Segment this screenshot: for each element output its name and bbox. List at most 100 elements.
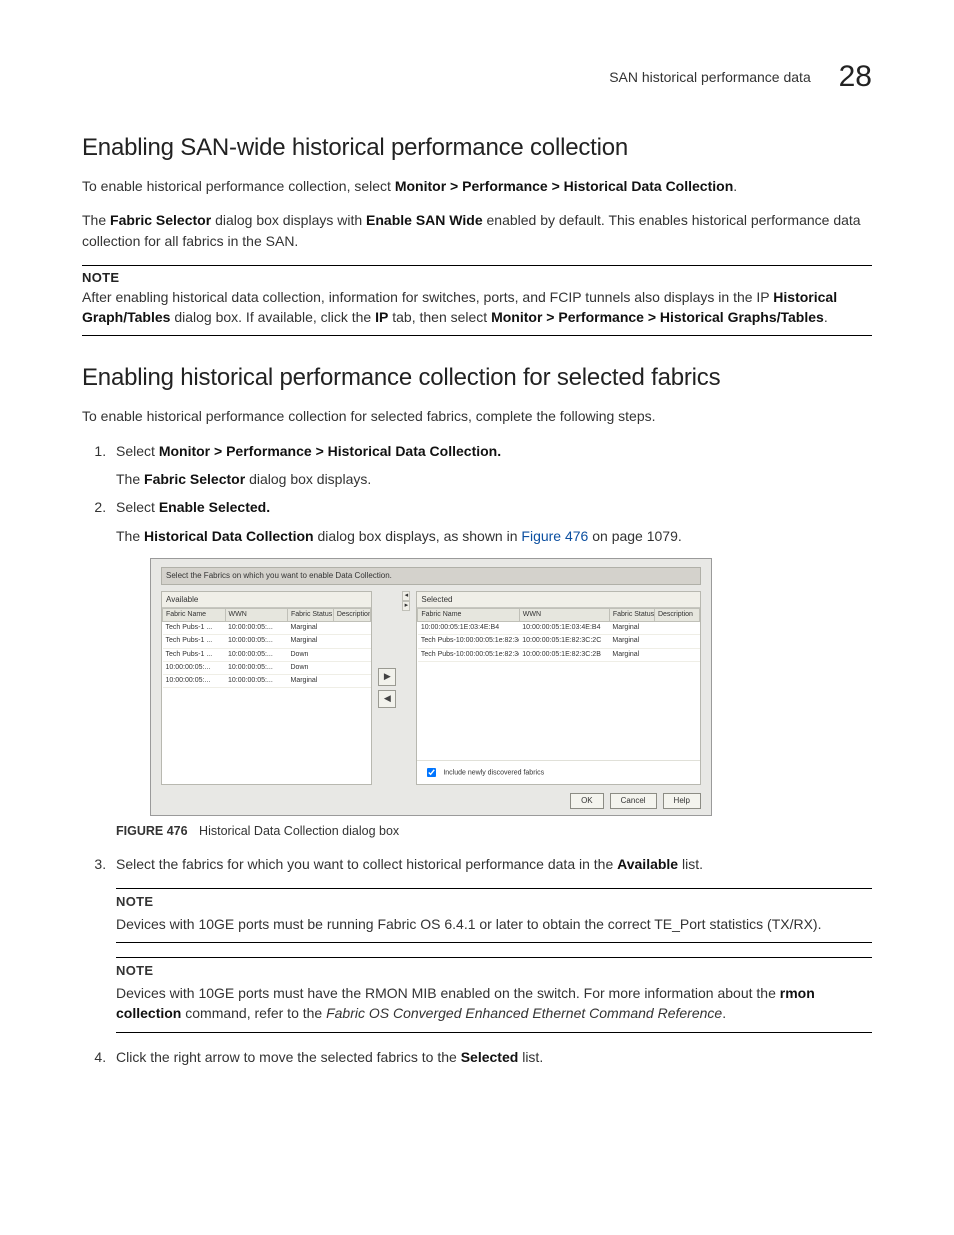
include-newly-label: Include newly discovered fabrics	[443, 769, 544, 776]
cancel-button[interactable]: Cancel	[610, 793, 657, 809]
term-ip-tab: IP	[375, 309, 388, 325]
help-button[interactable]: Help	[663, 793, 701, 809]
cell: 10:00:00:05:1E:03:4E:B4	[418, 622, 519, 635]
collapse-left-icon[interactable]: ◂	[402, 591, 410, 601]
table-row[interactable]: 10:00:00:05:1E:03:4E:B410:00:00:05:1E:03…	[418, 622, 700, 635]
cell: Marginal	[609, 622, 654, 635]
cell: 10:00:00:05:...	[225, 635, 288, 648]
include-newly-row: Include newly discovered fabrics	[417, 760, 700, 784]
steps-list: Select Monitor > Performance > Historica…	[82, 441, 872, 1067]
cell: 10:00:00:05:...	[225, 648, 288, 661]
scroll-area[interactable]	[162, 688, 371, 784]
col-wwn[interactable]: WWN	[225, 609, 288, 622]
available-panel: Available Fabric Name WWN Fabric Status …	[161, 591, 372, 785]
table-row[interactable]: Tech Pubs-1 ...10:00:00:05:...Marginal	[163, 635, 371, 648]
cell	[333, 648, 371, 661]
table-row[interactable]: 10:00:00:05:...10:00:00:05:...Down	[163, 661, 371, 674]
s1-para1: To enable historical performance collect…	[82, 176, 872, 196]
col-description[interactable]: Description	[333, 609, 371, 622]
menu-path: Monitor > Performance > Historical Data …	[395, 178, 733, 194]
table-row[interactable]: Tech Pubs-10:00:00:05:1e:82:3c:2b10:00:0…	[418, 648, 700, 661]
s2-intro: To enable historical performance collect…	[82, 406, 872, 426]
available-table[interactable]: Fabric Name WWN Fabric Status Descriptio…	[162, 608, 371, 688]
cell: 10:00:00:05:1E:82:3C:2C	[519, 635, 609, 648]
chapter-number: 28	[839, 60, 872, 93]
menu-path: Monitor > Performance > Historical Graph…	[491, 309, 824, 325]
text: list.	[682, 856, 703, 872]
text: The	[116, 471, 144, 487]
include-newly-checkbox[interactable]	[427, 768, 436, 777]
text: .	[733, 178, 737, 194]
figure-label: FIGURE 476	[116, 824, 188, 838]
note-label: NOTE	[116, 893, 872, 912]
text: Select the fabrics for which you want to…	[116, 856, 617, 872]
selected-panel: Selected Fabric Name WWN Fabric Status D…	[416, 591, 701, 785]
cell: Marginal	[609, 635, 654, 648]
cell: 10:00:00:05:...	[225, 622, 288, 635]
text: Select	[116, 499, 159, 515]
selected-table[interactable]: Fabric Name WWN Fabric Status Descriptio…	[417, 608, 700, 662]
cell	[654, 635, 699, 648]
text: To enable historical performance collect…	[82, 178, 395, 194]
step-1-sub: The Fabric Selector dialog box displays.	[116, 469, 872, 489]
collapse-right-icon[interactable]: ▸	[402, 601, 410, 611]
note-step3a: NOTE Devices with 10GE ports must be run…	[116, 888, 872, 943]
cell: Tech Pubs-10:00:00:05:1e:82:3c:2b	[418, 648, 519, 661]
text: on page 1079.	[592, 528, 682, 544]
cell: Marginal	[609, 648, 654, 661]
text: Devices with 10GE ports must have the RM…	[116, 985, 780, 1001]
available-title: Available	[162, 592, 371, 609]
step-2: Select Enable Selected. The Historical D…	[110, 497, 872, 839]
term-fabric-selector: Fabric Selector	[110, 212, 211, 228]
scroll-area[interactable]	[417, 662, 700, 760]
table-row[interactable]: Tech Pubs-10:00:00:05:1e:82:3c:2c10:00:0…	[418, 635, 700, 648]
move-right-button[interactable]: ▶	[378, 668, 396, 686]
cell: Down	[288, 661, 334, 674]
note-label: NOTE	[116, 962, 872, 981]
term-enable-san-wide: Enable SAN Wide	[366, 212, 483, 228]
text: The	[116, 528, 144, 544]
note-body: After enabling historical data collectio…	[82, 287, 872, 328]
cell: Tech Pubs-10:00:00:05:1e:82:3c:2c	[418, 635, 519, 648]
step-1: Select Monitor > Performance > Historica…	[110, 441, 872, 490]
cell: Marginal	[288, 622, 334, 635]
text: dialog box displays.	[249, 471, 371, 487]
cell	[333, 635, 371, 648]
cell	[654, 648, 699, 661]
cell: 10:00:00:05:...	[163, 674, 226, 687]
cell: 10:00:00:05:1E:03:4E:B4	[519, 622, 609, 635]
figure-link[interactable]: Figure 476	[521, 528, 588, 544]
table-row[interactable]: Tech Pubs-1 ...10:00:00:05:...Down	[163, 648, 371, 661]
ok-button[interactable]: OK	[570, 793, 604, 809]
cell	[333, 661, 371, 674]
cell: Tech Pubs-1 ...	[163, 648, 226, 661]
step-2-sub: The Historical Data Collection dialog bo…	[116, 526, 872, 546]
page: SAN historical performance data 28 Enabl…	[0, 0, 954, 1135]
cell: Tech Pubs-1 ...	[163, 635, 226, 648]
term-historical-data-collection: Historical Data Collection	[144, 528, 314, 544]
historical-data-collection-dialog: Select the Fabrics on which you want to …	[150, 558, 712, 816]
col-fabric-status[interactable]: Fabric Status	[288, 609, 334, 622]
table-row[interactable]: 10:00:00:05:...10:00:00:05:...Marginal	[163, 674, 371, 687]
heading-enable-san-wide: Enabling SAN-wide historical performance…	[82, 134, 872, 162]
table-row[interactable]: Tech Pubs-1 ...10:00:00:05:...Marginal	[163, 622, 371, 635]
s1-para2: The Fabric Selector dialog box displays …	[82, 210, 872, 251]
col-description[interactable]: Description	[654, 609, 699, 622]
text: dialog box displays with	[215, 212, 366, 228]
col-wwn[interactable]: WWN	[519, 609, 609, 622]
col-fabric-status[interactable]: Fabric Status	[609, 609, 654, 622]
col-fabric-name[interactable]: Fabric Name	[163, 609, 226, 622]
cell: Marginal	[288, 635, 334, 648]
cell: Down	[288, 648, 334, 661]
cell: 10:00:00:05:1E:82:3C:2B	[519, 648, 609, 661]
term-available: Available	[617, 856, 678, 872]
cell: Tech Pubs-1 ...	[163, 622, 226, 635]
transfer-arrows: ▶ ◀	[378, 591, 396, 785]
step-4: Click the right arrow to move the select…	[110, 1047, 872, 1067]
dialog-instruction: Select the Fabrics on which you want to …	[161, 567, 701, 585]
text: Select	[116, 443, 159, 459]
move-left-button[interactable]: ◀	[378, 690, 396, 708]
col-fabric-name[interactable]: Fabric Name	[418, 609, 519, 622]
cell	[333, 674, 371, 687]
text: .	[722, 1005, 726, 1021]
